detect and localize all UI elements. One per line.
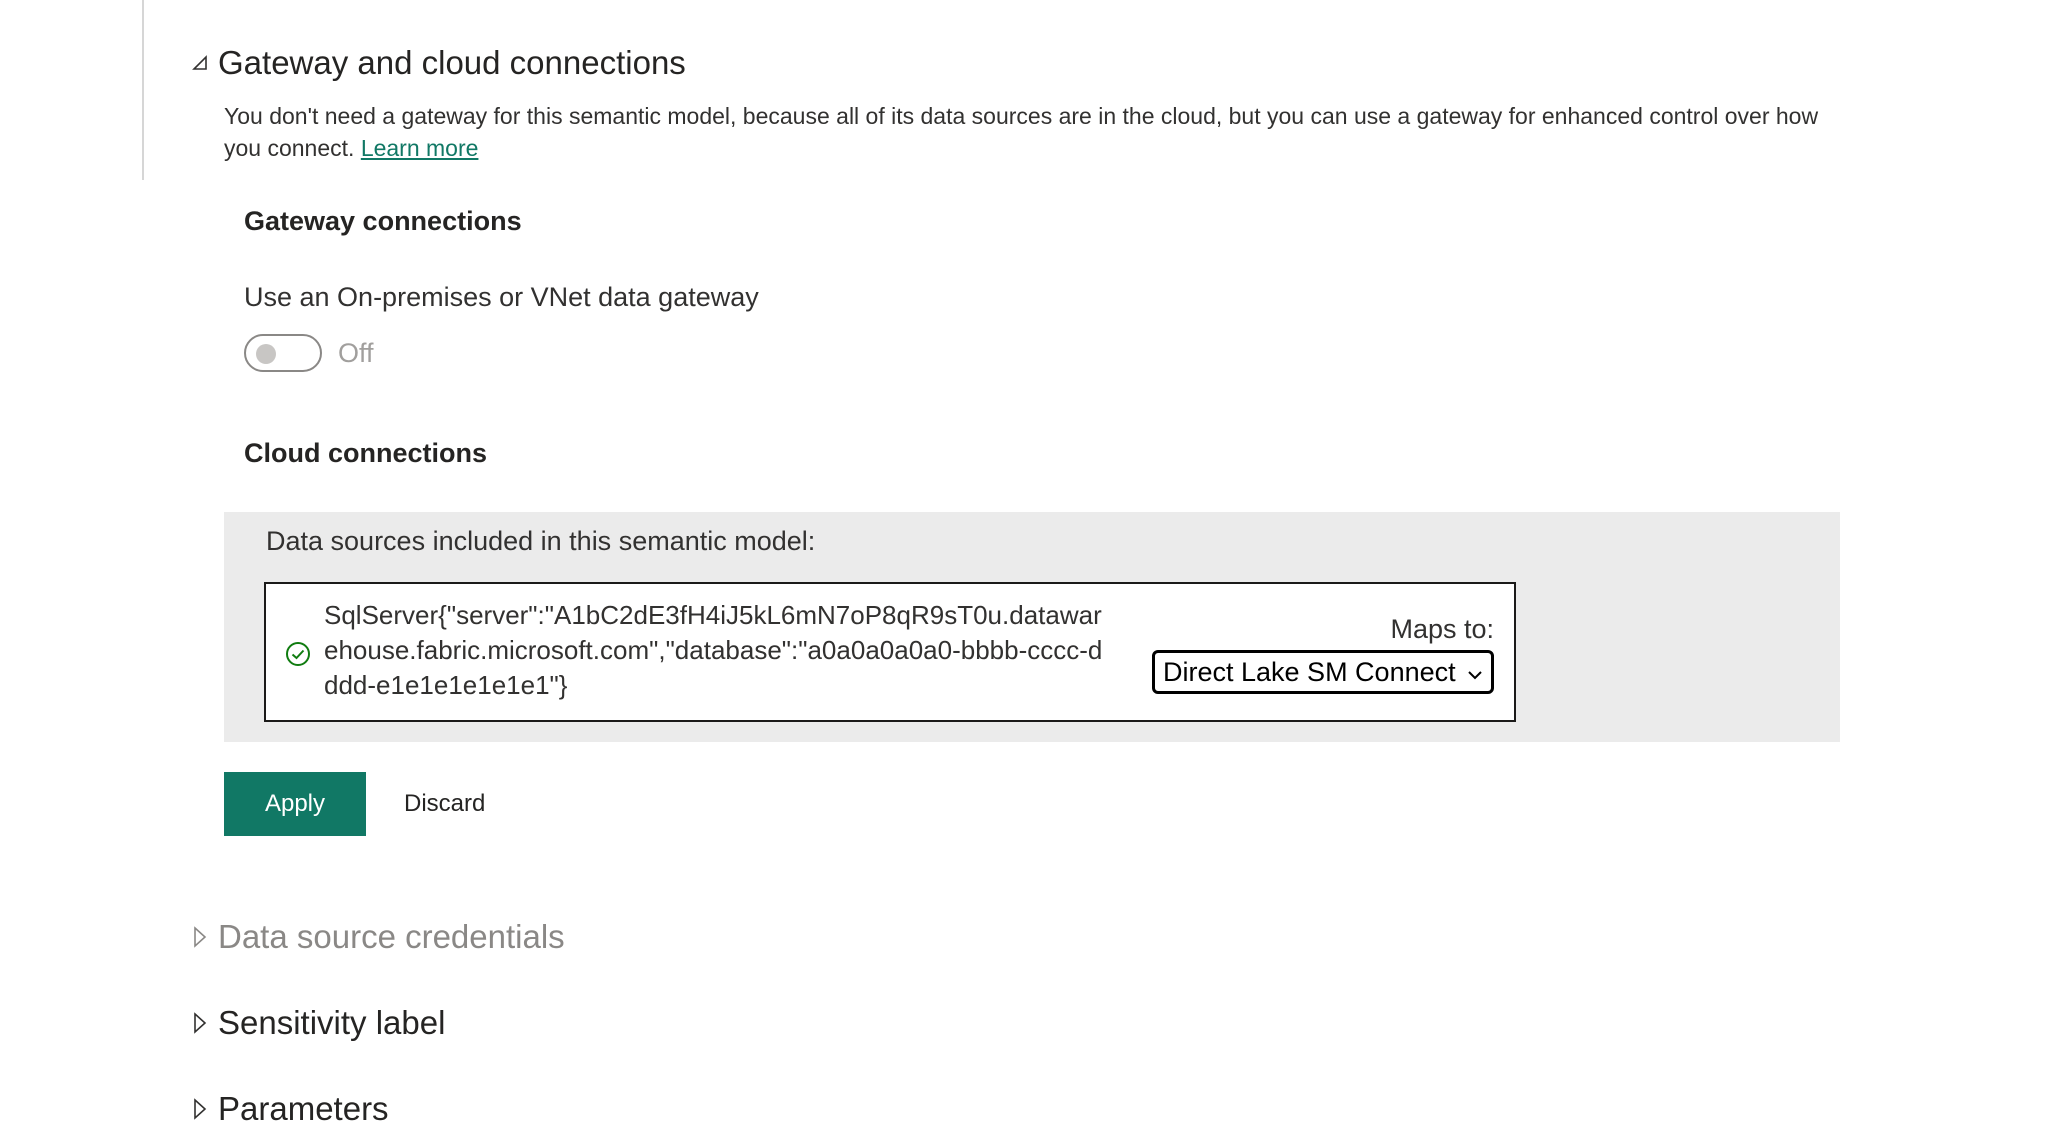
data-source-row: SqlServer{"server":"A1bC2dE3fH4iJ5kL6mN7… xyxy=(264,582,1516,722)
semantic-model-settings: Gateway and cloud connections You don't … xyxy=(0,0,2056,1142)
parameters-section-title: Parameters xyxy=(218,1090,389,1127)
toggle-state-label: Off xyxy=(338,337,374,368)
collapsed-caret-icon xyxy=(190,1011,210,1035)
collapsed-caret-icon xyxy=(190,1097,210,1121)
cloud-connections-panel: Data sources included in this semantic m… xyxy=(224,512,1840,742)
collapsed-caret-icon xyxy=(190,925,210,949)
gateway-section-toggle[interactable]: Gateway and cloud connections xyxy=(190,44,686,82)
section-divider xyxy=(142,0,144,180)
parameters-section-toggle[interactable]: Parameters xyxy=(190,1090,389,1128)
learn-more-link[interactable]: Learn more xyxy=(361,135,479,161)
maps-to-dropdown[interactable]: Direct Lake SM Connect xyxy=(1152,650,1494,694)
expanded-caret-icon xyxy=(190,51,210,75)
chevron-down-icon xyxy=(1465,661,1485,681)
gateway-section-title: Gateway and cloud connections xyxy=(218,44,686,81)
credentials-section-toggle[interactable]: Data source credentials xyxy=(190,918,565,956)
gateway-toggle-row: Off xyxy=(244,334,374,372)
gateway-connections-heading: Gateway connections xyxy=(244,206,522,236)
toggle-knob xyxy=(256,344,276,364)
discard-button[interactable]: Discard xyxy=(398,772,491,836)
panel-caption: Data sources included in this semantic m… xyxy=(266,526,816,556)
maps-to-value: Direct Lake SM Connect xyxy=(1163,656,1456,687)
sensitivity-section-toggle[interactable]: Sensitivity label xyxy=(190,1004,445,1042)
gateway-toggle-label: Use an On-premises or VNet data gateway xyxy=(244,282,759,312)
gateway-toggle-switch[interactable] xyxy=(244,334,322,372)
check-circle-icon xyxy=(284,640,312,668)
maps-to-label: Maps to: xyxy=(1390,614,1494,644)
gateway-section-description: You don't need a gateway for this semant… xyxy=(224,100,1824,164)
data-source-text: SqlServer{"server":"A1bC2dE3fH4iJ5kL6mN7… xyxy=(324,600,1103,700)
sensitivity-section-title: Sensitivity label xyxy=(218,1004,446,1041)
credentials-section-title: Data source credentials xyxy=(218,918,565,955)
apply-button[interactable]: Apply xyxy=(224,772,366,836)
cloud-connections-heading: Cloud connections xyxy=(244,438,487,468)
